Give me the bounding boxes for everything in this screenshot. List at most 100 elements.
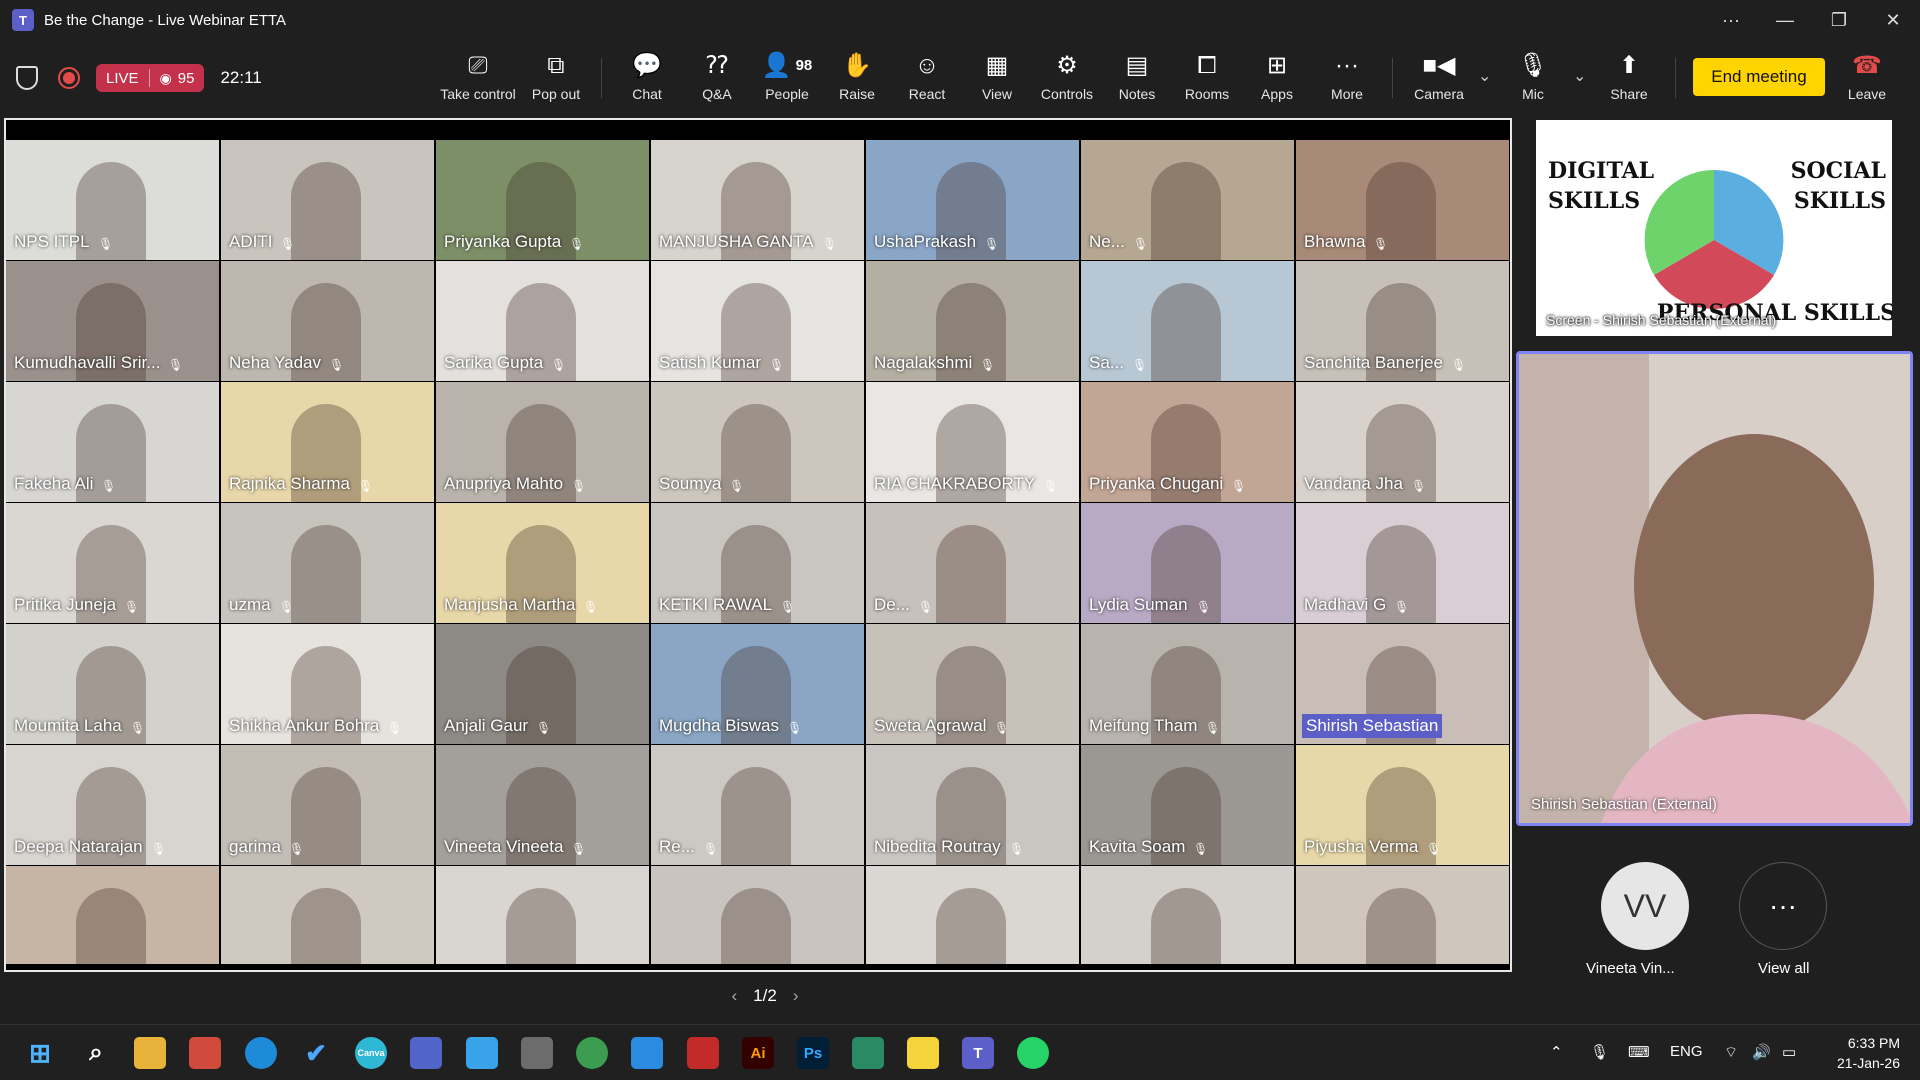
system-clock[interactable]: 6:33 PM 21-Jan-26: [1837, 1033, 1900, 1073]
participant-tile[interactable]: Shirish Sebastian: [1296, 624, 1509, 744]
participant-tile[interactable]: Lydia Suman 🎙: [1081, 503, 1294, 623]
participant-tile[interactable]: Priyanka Chugani 🎙: [1081, 382, 1294, 502]
illustrator-icon[interactable]: Ai: [742, 1037, 774, 1069]
participant-tile[interactable]: Fakeha Ali 🎙: [6, 382, 219, 502]
participant-tile[interactable]: Anjali Gaur 🎙: [436, 624, 649, 744]
participant-tile[interactable]: Nagalakshmi 🎙: [866, 261, 1079, 381]
participant-tile[interactable]: [221, 866, 434, 964]
windows-start-icon[interactable]: ⊞: [24, 1037, 56, 1069]
participant-tile[interactable]: Moumita Laha 🎙: [6, 624, 219, 744]
participant-tile[interactable]: [651, 866, 864, 964]
app-icon[interactable]: [410, 1037, 442, 1069]
participant-tile[interactable]: Soumya 🎙: [651, 382, 864, 502]
wifi-icon[interactable]: ⌔: [1724, 1043, 1738, 1062]
view-button[interactable]: ▦ View: [962, 50, 1032, 108]
prev-page-icon[interactable]: ‹: [732, 986, 738, 1006]
todo-check-icon[interactable]: ✔: [300, 1037, 332, 1069]
participant-tile[interactable]: Pritika Juneja 🎙: [6, 503, 219, 623]
participant-tile[interactable]: Deepa Natarajan 🎙: [6, 745, 219, 865]
sticky-notes-icon[interactable]: [907, 1037, 939, 1069]
participant-tile[interactable]: [866, 866, 1079, 964]
participant-tile[interactable]: RIA CHAKRABORTY 🎙: [866, 382, 1079, 502]
more-options-icon[interactable]: ···: [1704, 0, 1758, 40]
office-app-icon[interactable]: [189, 1037, 221, 1069]
participant-tile[interactable]: Anupriya Mahto 🎙: [436, 382, 649, 502]
camera-button[interactable]: ■◀ Camera: [1404, 50, 1474, 108]
participant-tile[interactable]: Sweta Agrawal 🎙: [866, 624, 1079, 744]
participant-tile[interactable]: Priyanka Gupta 🎙: [436, 140, 649, 260]
copy-app-icon[interactable]: [521, 1037, 553, 1069]
participant-tile[interactable]: Nibedita Routray 🎙: [866, 745, 1079, 865]
qa-button[interactable]: ⁇ Q&A: [682, 50, 752, 108]
canva-icon[interactable]: Canva: [355, 1037, 387, 1069]
photoshop-icon[interactable]: Ps: [797, 1037, 829, 1069]
language-indicator[interactable]: ENG: [1670, 1043, 1703, 1060]
file-explorer-icon[interactable]: [134, 1037, 166, 1069]
close-button[interactable]: ✕: [1866, 0, 1920, 40]
participant-tile[interactable]: UshaPrakash 🎙: [866, 140, 1079, 260]
participant-tile[interactable]: Piyusha Verma 🎙: [1296, 745, 1509, 865]
pop-out-button[interactable]: ⧉ Pop out: [521, 50, 591, 108]
view-all-button[interactable]: ···: [1739, 862, 1827, 950]
whatsapp-icon[interactable]: [1017, 1037, 1049, 1069]
participant-tile[interactable]: Shikha Ankur Bohra 🎙: [221, 624, 434, 744]
minimize-button[interactable]: —: [1758, 0, 1812, 40]
red-app-icon[interactable]: [687, 1037, 719, 1069]
participant-tile[interactable]: Vineeta Vineeta 🎙: [436, 745, 649, 865]
volume-icon[interactable]: 🔊: [1752, 1043, 1771, 1061]
participant-tile[interactable]: NPS ITPL 🎙: [6, 140, 219, 260]
recording-icon[interactable]: [58, 67, 80, 89]
live-badge[interactable]: LIVE ◉ 95: [96, 64, 205, 92]
raise-hand-button[interactable]: ✋ Raise: [822, 50, 892, 108]
participant-tile[interactable]: Bhawna 🎙: [1296, 140, 1509, 260]
participant-tile[interactable]: Sarika Gupta 🎙: [436, 261, 649, 381]
battery-icon[interactable]: ▭: [1782, 1043, 1796, 1061]
participant-tile[interactable]: Vandana Jha 🎙: [1296, 382, 1509, 502]
mic-button[interactable]: 🎙 Mic: [1498, 50, 1568, 108]
participant-tile[interactable]: MANJUSHA GANTA 🎙: [651, 140, 864, 260]
participant-tile[interactable]: Kavita Soam 🎙: [1081, 745, 1294, 865]
participant-tile[interactable]: uzma 🎙: [221, 503, 434, 623]
participant-tile[interactable]: [6, 866, 219, 964]
participant-tile[interactable]: [436, 866, 649, 964]
participant-tile[interactable]: Madhavi G 🎙: [1296, 503, 1509, 623]
avatar[interactable]: VV: [1601, 862, 1689, 950]
app-icon-green[interactable]: [852, 1037, 884, 1069]
participant-tile[interactable]: [1296, 866, 1509, 964]
more-button[interactable]: ··· More: [1312, 50, 1382, 108]
participant-tile[interactable]: Sa... 🎙: [1081, 261, 1294, 381]
rooms-button[interactable]: ⧠ Rooms: [1172, 50, 1242, 108]
teams-icon[interactable]: T: [962, 1037, 994, 1069]
participant-tile[interactable]: Re... 🎙: [651, 745, 864, 865]
share-button[interactable]: ⬆ Share: [1594, 50, 1664, 108]
participant-tile[interactable]: Mugdha Biswas 🎙: [651, 624, 864, 744]
notes-button[interactable]: ▤ Notes: [1102, 50, 1172, 108]
camera-options-chevron-icon[interactable]: ⌄: [1478, 66, 1491, 86]
maximize-button[interactable]: ❐: [1812, 0, 1866, 40]
search-icon[interactable]: ⌕: [80, 1037, 112, 1069]
controls-button[interactable]: ⚙ Controls: [1032, 50, 1102, 108]
participant-tile[interactable]: ADITI 🎙: [221, 140, 434, 260]
wifi-app-icon[interactable]: [631, 1037, 663, 1069]
chrome-browser-icon[interactable]: [576, 1037, 608, 1069]
participant-tile[interactable]: Neha Yadav 🎙: [221, 261, 434, 381]
mic-muted-tray-icon[interactable]: 🎙: [1590, 1043, 1609, 1061]
end-meeting-button[interactable]: End meeting: [1693, 58, 1825, 96]
participant-tile[interactable]: De... 🎙: [866, 503, 1079, 623]
take-control-button[interactable]: ⎚ Take control: [440, 50, 515, 108]
apps-button[interactable]: ⊞ Apps: [1242, 50, 1312, 108]
show-hidden-icons-chevron-icon[interactable]: ⌃: [1550, 1043, 1563, 1061]
edge-browser-icon[interactable]: [245, 1037, 277, 1069]
pen-tool-icon[interactable]: [466, 1037, 498, 1069]
keyboard-icon[interactable]: ⌨: [1628, 1043, 1650, 1061]
participant-tile[interactable]: Manjusha Martha 🎙: [436, 503, 649, 623]
screen-share-tile[interactable]: DIGITAL SKILLS SOCIAL SKILLS PERSONAL SK…: [1536, 120, 1892, 336]
participant-tile[interactable]: Sanchita Banerjee 🎙: [1296, 261, 1509, 381]
participant-tile[interactable]: Satish Kumar 🎙: [651, 261, 864, 381]
participant-tile[interactable]: [1081, 866, 1294, 964]
participant-tile[interactable]: Rajnika Sharma 🎙: [221, 382, 434, 502]
participant-tile[interactable]: Kumudhavalli Srir... 🎙: [6, 261, 219, 381]
people-button[interactable]: 👤 98 People: [752, 50, 822, 108]
participant-tile[interactable]: garima 🎙: [221, 745, 434, 865]
next-page-icon[interactable]: ›: [793, 986, 799, 1006]
